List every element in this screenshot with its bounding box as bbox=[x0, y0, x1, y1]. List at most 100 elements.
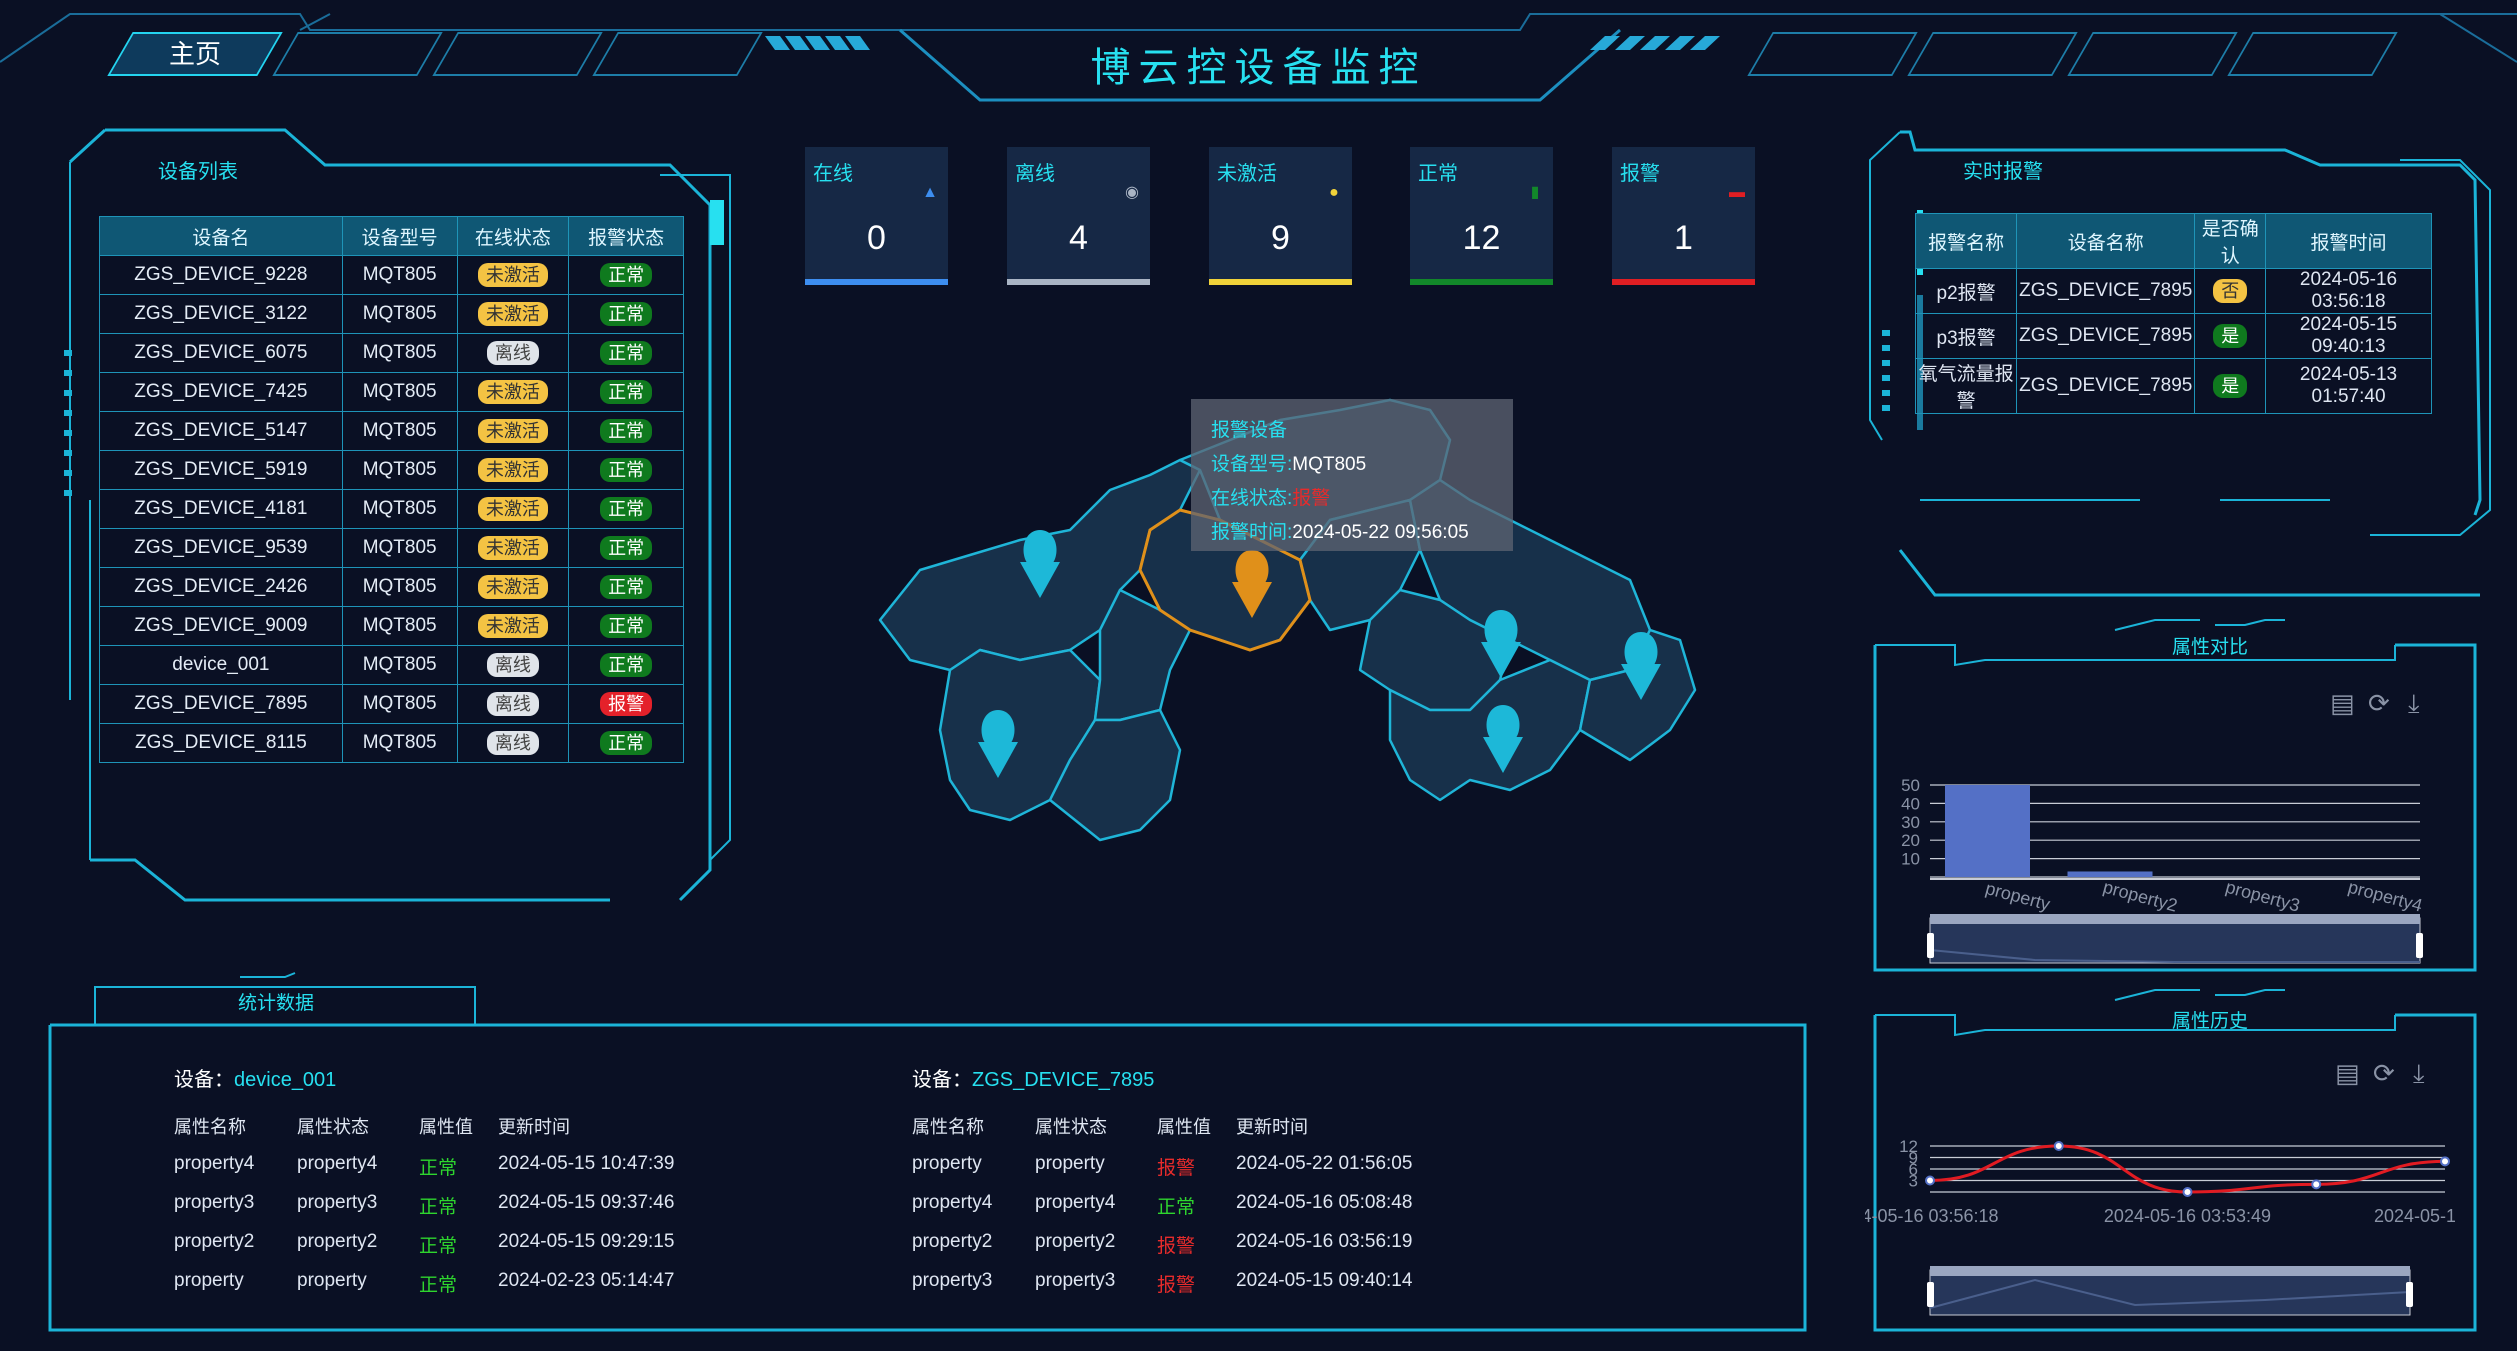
table-row[interactable]: ZGS_DEVICE_8115 MQT805 离线 正常 bbox=[99, 723, 684, 763]
status-card[interactable]: 报警 ▬ 1 bbox=[1612, 147, 1755, 285]
table-row[interactable]: ZGS_DEVICE_9228 MQT805 未激活 正常 bbox=[99, 255, 684, 295]
online-state-badge: 离线 bbox=[486, 692, 539, 716]
stats-prop-name: property3 bbox=[912, 1270, 993, 1291]
x-tick-label: property4 bbox=[2346, 877, 2425, 916]
history-point[interactable] bbox=[2440, 1156, 2450, 1167]
x-tick-label: 2024-05-15 09:38 bbox=[2374, 1206, 2455, 1226]
normal-icon: ▮ bbox=[1530, 184, 1540, 201]
table-row[interactable]: ZGS_DEVICE_6075 MQT805 离线 正常 bbox=[99, 333, 684, 373]
device-model-cell: MQT805 bbox=[341, 684, 458, 724]
col-device-name[interactable]: 设备名 bbox=[99, 216, 343, 256]
online-state-badge: 离线 bbox=[486, 731, 539, 755]
col-alarm-time[interactable]: 报警时间 bbox=[2265, 213, 2432, 269]
zoom-slider-track[interactable] bbox=[1929, 1269, 2411, 1316]
status-card[interactable]: 正常 ▮ 12 bbox=[1410, 147, 1553, 285]
table-row[interactable]: ZGS_DEVICE_5147 MQT805 未激活 正常 bbox=[99, 411, 684, 451]
table-row[interactable]: ZGS_DEVICE_5919 MQT805 未激活 正常 bbox=[99, 450, 684, 490]
stats-prop-value: 正常 bbox=[419, 1236, 458, 1257]
table-row[interactable]: ZGS_DEVICE_9009 MQT805 未激活 正常 bbox=[99, 606, 684, 646]
confirm-badge: 是 bbox=[2213, 374, 2248, 398]
col-online-state[interactable]: 在线状态 bbox=[456, 216, 570, 256]
download-icon[interactable]: ⤓ bbox=[2408, 688, 2420, 720]
zoom-handle-right[interactable] bbox=[2416, 933, 2423, 958]
alarm-state-badge: 正常 bbox=[600, 341, 653, 365]
status-card-bar bbox=[805, 279, 948, 285]
stats-prop-time: 2024-05-15 09:37:46 bbox=[498, 1192, 675, 1213]
online-state-badge: 未激活 bbox=[477, 575, 548, 599]
alarm-state-badge: 正常 bbox=[600, 419, 653, 443]
history-chart-title: 属性历史 bbox=[2171, 1011, 2248, 1032]
alarm-state-badge: 正常 bbox=[600, 380, 653, 404]
bar[interactable] bbox=[2067, 871, 2153, 877]
device-name-cell: ZGS_DEVICE_9539 bbox=[99, 528, 343, 568]
data-view-icon[interactable]: ▤ bbox=[2335, 1058, 2360, 1089]
device-model-cell: MQT805 bbox=[341, 372, 458, 412]
history-point[interactable] bbox=[2053, 1141, 2064, 1151]
online-state-cell: 未激活 bbox=[456, 372, 570, 412]
refresh-icon[interactable]: ⟳ bbox=[2368, 688, 2390, 719]
table-row[interactable]: ZGS_DEVICE_3122 MQT805 未激活 正常 bbox=[99, 294, 684, 334]
history-point[interactable] bbox=[2311, 1179, 2322, 1190]
alarm-state-badge: 正常 bbox=[600, 263, 653, 287]
download-icon[interactable]: ⤓ bbox=[2413, 1058, 2425, 1090]
device-name-cell: ZGS_DEVICE_8115 bbox=[99, 723, 343, 763]
history-point[interactable] bbox=[2182, 1187, 2193, 1197]
stats-right-device-label: 设备： bbox=[912, 1069, 972, 1091]
online-state-badge: 未激活 bbox=[477, 419, 548, 443]
zoom-handle-left[interactable] bbox=[1927, 933, 1934, 958]
history-point[interactable] bbox=[1925, 1175, 1935, 1186]
alarm-table: 报警名称 设备名称 是否确认 报警时间 p2报警 ZGS_DEVICE_7895 否… bbox=[1914, 213, 2432, 414]
col-alarm-state[interactable]: 报警状态 bbox=[568, 216, 684, 256]
confirm-badge: 否 bbox=[2213, 279, 2248, 303]
col-alarm-name[interactable]: 报警名称 bbox=[1914, 213, 2018, 269]
status-card[interactable]: 离线 ◉ 4 bbox=[1007, 147, 1150, 285]
table-row[interactable]: device_001 MQT805 离线 正常 bbox=[99, 645, 684, 685]
stats-prop-time: 2024-05-15 09:40:14 bbox=[1236, 1270, 1413, 1291]
x-tick-label: 4-05-16 03:56:18 bbox=[1865, 1206, 1999, 1226]
status-card-label: 报警 bbox=[1620, 163, 1660, 185]
bar[interactable] bbox=[1945, 785, 2030, 877]
online-state-badge: 未激活 bbox=[477, 536, 548, 560]
table-row[interactable]: p2报警 ZGS_DEVICE_7895 否 2024-05-16 03:56:18 bbox=[1914, 268, 2432, 314]
stats-prop-state: property3 bbox=[1035, 1270, 1116, 1291]
zoom-slider-handle-bar[interactable] bbox=[1930, 914, 2420, 924]
data-view-icon[interactable]: ▤ bbox=[2330, 688, 2355, 719]
zoom-handle-left[interactable] bbox=[1927, 1282, 1934, 1307]
status-card[interactable]: 未激活 ● 9 bbox=[1209, 147, 1352, 285]
alarm-state-cell: 正常 bbox=[568, 333, 684, 373]
table-row[interactable]: p3报警 ZGS_DEVICE_7895 是 2024-05-15 09:40:13 bbox=[1914, 313, 2432, 359]
refresh-icon[interactable]: ⟳ bbox=[2373, 1058, 2395, 1089]
tooltip-status-row: 在线状态:报警 bbox=[1211, 483, 1330, 510]
online-state-cell: 未激活 bbox=[456, 528, 570, 568]
stats-prop-name: property3 bbox=[174, 1192, 255, 1213]
page-title: 博云控设备监控 bbox=[1090, 46, 1427, 90]
alarm-state-badge: 正常 bbox=[600, 731, 653, 755]
table-row[interactable]: ZGS_DEVICE_4181 MQT805 未激活 正常 bbox=[99, 489, 684, 529]
tooltip-status-value: 报警 bbox=[1292, 488, 1331, 509]
stats-prop-state: property2 bbox=[1035, 1231, 1116, 1252]
y-tick-label: 40 bbox=[1901, 794, 1920, 813]
table-row[interactable]: ZGS_DEVICE_7425 MQT805 未激活 正常 bbox=[99, 372, 684, 412]
tooltip-time-row: 报警时间:2024-05-22 09:56:05 bbox=[1211, 517, 1469, 544]
stats-prop-state: property4 bbox=[297, 1153, 378, 1174]
stats-title: 统计数据 bbox=[237, 993, 314, 1014]
table-row[interactable]: 氧气流量报警 ZGS_DEVICE_7895 是 2024-05-13 01:57:4… bbox=[1914, 358, 2432, 414]
tooltip-time-value: 2024-05-22 09:56:05 bbox=[1292, 522, 1469, 543]
zoom-handle-right[interactable] bbox=[2406, 1282, 2413, 1307]
table-row[interactable]: ZGS_DEVICE_7895 MQT805 离线 报警 bbox=[99, 684, 684, 724]
col-device-model[interactable]: 设备型号 bbox=[341, 216, 458, 256]
stats-col-header: 属性名称 bbox=[912, 1117, 984, 1137]
stats-prop-time: 2024-05-15 09:29:15 bbox=[498, 1231, 675, 1252]
device-model-cell: MQT805 bbox=[341, 723, 458, 763]
stats-col-header: 属性值 bbox=[419, 1117, 473, 1137]
stats-prop-value: 正常 bbox=[1157, 1197, 1196, 1218]
device-model-cell: MQT805 bbox=[341, 567, 458, 607]
table-row[interactable]: ZGS_DEVICE_9539 MQT805 未激活 正常 bbox=[99, 528, 684, 568]
stats-prop-value: 报警 bbox=[1157, 1275, 1196, 1296]
table-row[interactable]: ZGS_DEVICE_2426 MQT805 未激活 正常 bbox=[99, 567, 684, 607]
col-alarm-device[interactable]: 设备名称 bbox=[2016, 213, 2196, 269]
status-card[interactable]: 在线 ▲ 0 bbox=[805, 147, 948, 285]
device-model-cell: MQT805 bbox=[341, 528, 458, 568]
zoom-slider-handle-bar[interactable] bbox=[1930, 1266, 2410, 1276]
col-alarm-confirmed[interactable]: 是否确认 bbox=[2194, 213, 2267, 269]
